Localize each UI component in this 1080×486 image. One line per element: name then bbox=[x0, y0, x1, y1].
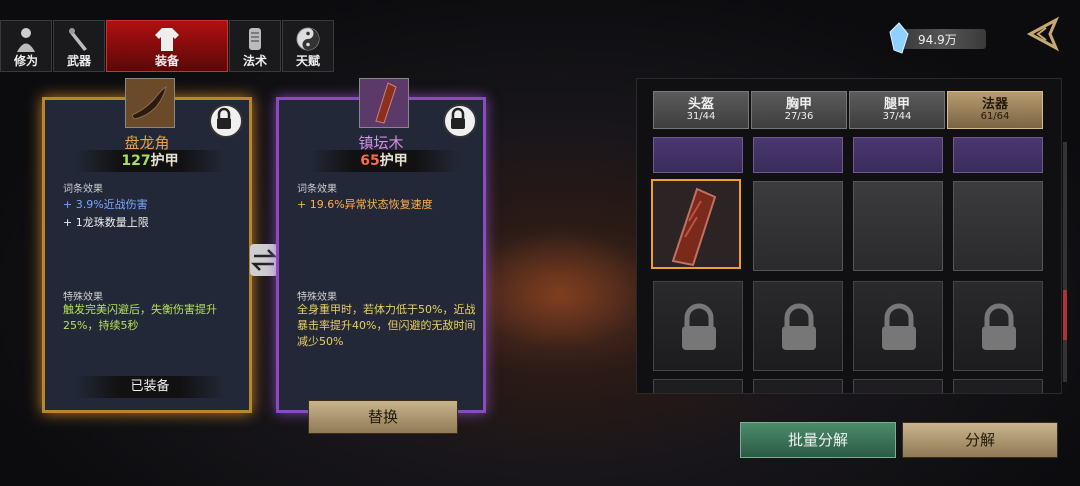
category-tab-legs[interactable]: 腿甲 37/44 bbox=[849, 91, 945, 129]
affix-line: + 3.9%近战伤害 bbox=[63, 198, 148, 211]
tab-label: 装备 bbox=[154, 54, 179, 68]
equipped-item-card: 盘龙角 127护甲 词条效果 + 3.9%近战伤害 + 1龙珠数量上限 特殊效果… bbox=[42, 78, 252, 413]
padlock-icon bbox=[217, 107, 231, 129]
inventory-slot[interactable] bbox=[853, 137, 943, 173]
tab-label: 武器 bbox=[66, 54, 91, 68]
scroll-icon bbox=[249, 28, 261, 50]
inventory-slot-selected[interactable] bbox=[651, 179, 741, 269]
wood-plaque-icon bbox=[671, 187, 717, 267]
inventory-slot[interactable] bbox=[953, 137, 1043, 173]
horn-icon bbox=[125, 78, 175, 128]
inventory-slot[interactable] bbox=[753, 181, 843, 271]
currency-value: 94.9万 bbox=[918, 33, 957, 47]
category-tab-artifact[interactable]: 法器 61/64 bbox=[947, 91, 1043, 129]
armor-label: 护甲 bbox=[150, 153, 179, 169]
special-section-title: 特殊效果 bbox=[63, 292, 103, 303]
armor-stat: 65护甲 bbox=[309, 150, 459, 172]
affix-line: + 19.6%异常状态恢复速度 bbox=[297, 198, 433, 211]
inventory-slot[interactable] bbox=[753, 137, 843, 173]
affix-section-title: 词条效果 bbox=[297, 184, 337, 195]
special-effect-text: 触发完美闪避后，失衡伤害提升25%，持续5秒 bbox=[63, 303, 217, 332]
inventory-panel: 头盔 31/44 胸甲 27/36 腿甲 37/44 法器 61/64 bbox=[636, 78, 1062, 394]
scrollbar-thumb[interactable] bbox=[1063, 290, 1067, 340]
padlock-icon bbox=[782, 303, 816, 350]
category-count: 27/36 bbox=[784, 111, 814, 122]
category-count: 61/64 bbox=[980, 111, 1010, 122]
tab-label: 修为 bbox=[13, 54, 38, 68]
category-label: 头盔 bbox=[687, 97, 714, 112]
wood-plaque-icon bbox=[359, 78, 409, 128]
armor-value: 65 bbox=[360, 153, 380, 169]
padlock-icon bbox=[682, 303, 716, 350]
tab-spell[interactable]: 法术 bbox=[229, 20, 281, 72]
affix-line: + 1龙珠数量上限 bbox=[63, 216, 149, 229]
tab-label: 天赋 bbox=[295, 54, 320, 68]
category-label: 法器 bbox=[981, 97, 1008, 112]
replace-button[interactable]: 替换 bbox=[308, 400, 458, 434]
tab-talent[interactable]: 天赋 bbox=[282, 20, 334, 72]
category-label: 胸甲 bbox=[785, 97, 812, 112]
dismantle-button[interactable]: 分解 bbox=[902, 422, 1058, 458]
locked-slot bbox=[753, 281, 843, 371]
special-section-title: 特殊效果 bbox=[297, 292, 337, 303]
category-tab-chest[interactable]: 胸甲 27/36 bbox=[751, 91, 847, 129]
locked-slot bbox=[853, 281, 943, 371]
padlock-icon bbox=[451, 107, 465, 129]
sword-icon bbox=[69, 28, 87, 51]
special-effect-text: 全身重甲时，若体力低于50%，近战暴击率提升40%，但闪避的无敌时间减少50% bbox=[297, 303, 476, 348]
armor-label: 护甲 bbox=[379, 153, 408, 169]
swap-arrows-icon bbox=[250, 244, 278, 276]
category-count: 37/44 bbox=[882, 111, 912, 122]
equipped-status: 已装备 bbox=[75, 376, 225, 398]
back-arrow-icon[interactable] bbox=[1022, 14, 1062, 54]
padlock-icon bbox=[982, 303, 1016, 350]
yin-yang-icon bbox=[296, 27, 320, 51]
top-tab-bar: 修为 武器 装备 法术 天赋 bbox=[0, 20, 335, 72]
category-count: 31/44 bbox=[686, 111, 716, 122]
locked-slot bbox=[953, 281, 1043, 371]
currency-display: 94.9万 bbox=[888, 22, 988, 54]
tab-cultivation[interactable]: 修为 bbox=[0, 20, 52, 72]
inventory-scrollbar[interactable] bbox=[1063, 142, 1067, 382]
inventory-slot[interactable] bbox=[753, 379, 843, 393]
crystal-icon bbox=[889, 22, 909, 54]
tab-label: 法术 bbox=[242, 54, 267, 68]
padlock-icon bbox=[882, 303, 916, 350]
inventory-slot[interactable] bbox=[853, 181, 943, 271]
armor-value: 127 bbox=[121, 153, 151, 169]
batch-dismantle-button[interactable]: 批量分解 bbox=[740, 422, 896, 458]
background-glow bbox=[470, 230, 650, 350]
figure-icon bbox=[17, 28, 35, 52]
inventory-slot[interactable] bbox=[653, 379, 743, 393]
inventory-slot[interactable] bbox=[853, 379, 943, 393]
inventory-slot[interactable] bbox=[953, 379, 1043, 393]
locked-slot bbox=[653, 281, 743, 371]
category-label: 腿甲 bbox=[883, 97, 910, 112]
inventory-slot[interactable] bbox=[953, 181, 1043, 271]
compare-item-card: 镇坛木 65护甲 词条效果 + 19.6%异常状态恢复速度 特殊效果 全身重甲时… bbox=[276, 78, 486, 413]
category-tab-helmet[interactable]: 头盔 31/44 bbox=[653, 91, 749, 129]
inventory-slot[interactable] bbox=[653, 137, 743, 173]
tab-equipment[interactable]: 装备 bbox=[106, 20, 228, 72]
armor-stat: 127护甲 bbox=[75, 150, 225, 172]
robe-icon bbox=[155, 28, 179, 51]
tab-weapon[interactable]: 武器 bbox=[53, 20, 105, 72]
affix-section-title: 词条效果 bbox=[63, 184, 103, 195]
